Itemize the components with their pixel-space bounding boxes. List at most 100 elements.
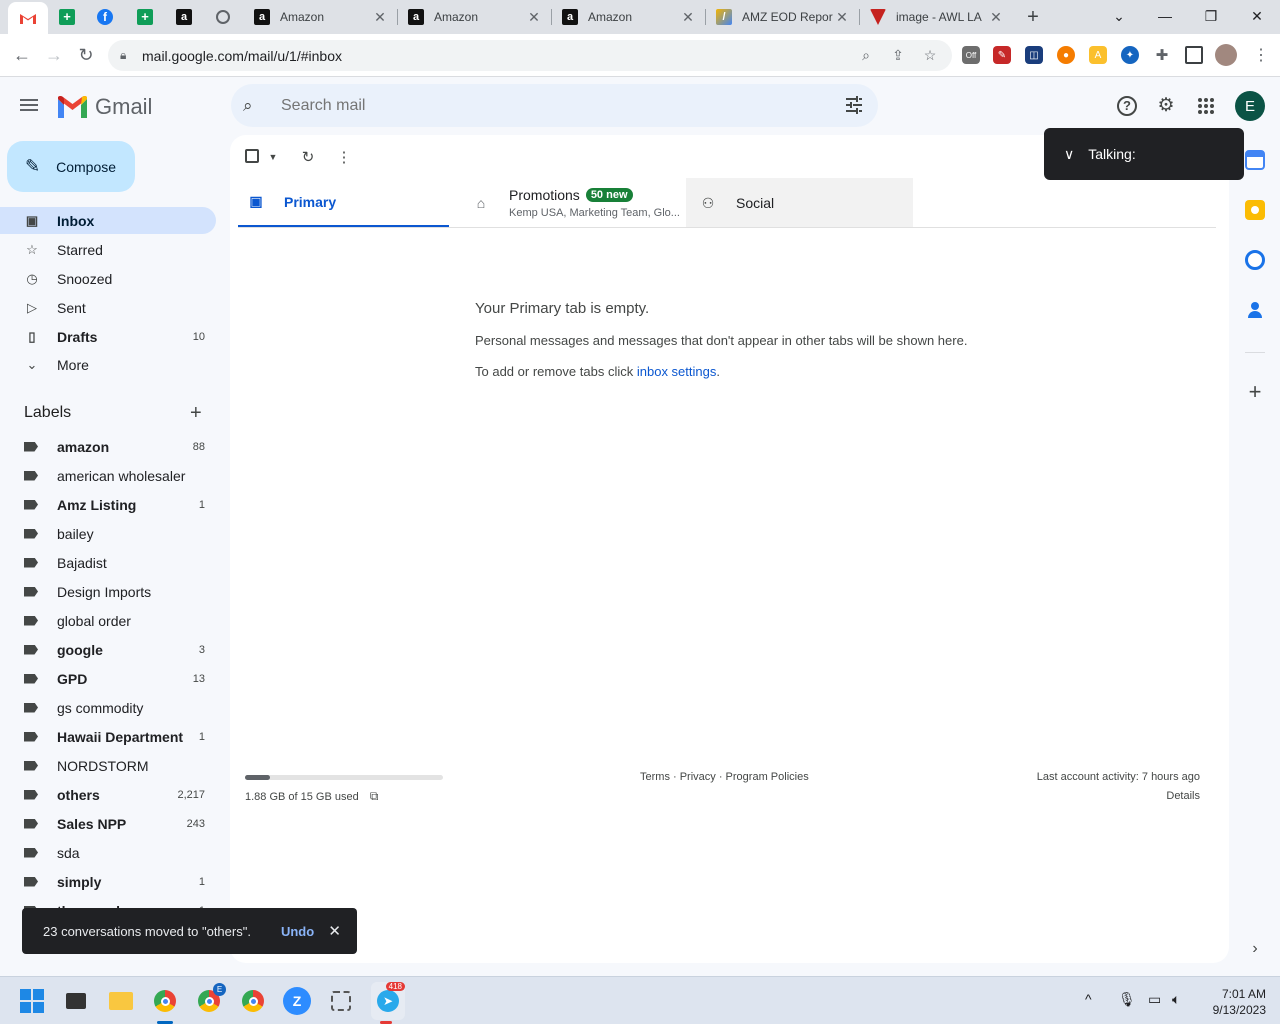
chrome-icon[interactable] — [239, 987, 267, 1015]
sidebar-item-drafts[interactable]: ▯ Drafts 10 — [0, 323, 216, 350]
search-icon[interactable]: ⌕ — [243, 96, 263, 116]
sidebar-label-item[interactable]: sda — [0, 839, 216, 866]
sidebar-item-snoozed[interactable]: ◷ Snoozed — [0, 265, 216, 292]
contacts-icon[interactable] — [1245, 300, 1265, 320]
network-icon[interactable]: ▭ — [1148, 991, 1161, 1008]
side-panel-icon[interactable] — [1185, 46, 1203, 64]
tab-facebook-pinned[interactable]: f — [90, 5, 120, 29]
undo-button[interactable]: Undo — [281, 924, 314, 939]
sidebar-label-item[interactable]: amazon 88 — [0, 433, 216, 460]
browser-tab[interactable]: / AMZ EOD Repor ✕ — [708, 5, 858, 29]
minimize-icon[interactable]: — — [1142, 4, 1188, 28]
share-icon[interactable]: ⇪ — [888, 45, 908, 65]
sidebar-item-more[interactable]: ⌄ More — [0, 351, 216, 378]
sidebar-label-item[interactable]: simply 1 — [0, 868, 216, 895]
sidebar-item-sent[interactable]: ▷ Sent — [0, 294, 216, 321]
tab-search-icon[interactable]: ⌄ — [1096, 4, 1142, 28]
browser-tab[interactable]: a Amazon ✕ — [400, 5, 550, 29]
search-options-icon[interactable] — [844, 95, 864, 115]
gmail-logo[interactable]: Gmail — [58, 94, 152, 120]
more-vert-icon[interactable]: ⋮ — [1252, 46, 1270, 64]
calendar-icon[interactable] — [1245, 150, 1265, 170]
telegram-icon[interactable]: ➤ 418 — [371, 982, 405, 1020]
volume-icon[interactable]: 🔈︎ — [1172, 991, 1180, 1008]
sidebar-label-item[interactable]: google 3 — [0, 636, 216, 663]
close-icon[interactable]: ✕ — [328, 922, 341, 940]
select-dropdown-icon[interactable]: ▼ — [263, 148, 283, 166]
system-clock[interactable]: 7:01 AM 9/13/2023 — [1200, 986, 1266, 1018]
footer-links[interactable]: Terms · Privacy · Program Policies — [640, 771, 809, 783]
back-icon[interactable]: ← — [10, 44, 34, 68]
lock-icon[interactable]: 🔒︎ — [120, 48, 132, 63]
browser-tab[interactable]: image - AWL LA ✕ — [862, 5, 1012, 29]
compose-button[interactable]: ✎ Compose — [7, 141, 135, 192]
show-hidden-icons[interactable]: ^ — [1085, 991, 1092, 1007]
settings-gear-icon[interactable]: ⚙ — [1154, 94, 1178, 118]
sidebar-label-item[interactable]: Bajadist — [0, 549, 216, 576]
refresh-icon[interactable]: ↻ — [298, 148, 318, 166]
browser-tab[interactable]: a Amazon ✕ — [554, 5, 704, 29]
tab-gmail-pinned[interactable] — [8, 2, 48, 34]
open-in-new-icon[interactable]: ⧉ — [370, 789, 379, 803]
add-label-icon[interactable]: + — [190, 402, 202, 425]
tab-sheets-pinned-2[interactable]: + — [130, 5, 160, 29]
sidebar-label-item[interactable]: NORDSTORM — [0, 752, 216, 779]
extension-off-icon[interactable]: Off — [962, 46, 980, 64]
file-explorer-icon[interactable] — [107, 987, 135, 1015]
extension-icon[interactable]: ✦ — [1121, 46, 1139, 64]
puzzle-icon[interactable]: ✚ — [1153, 46, 1171, 64]
extension-icon[interactable]: ● — [1057, 46, 1075, 64]
select-all-checkbox[interactable] — [245, 148, 265, 166]
sidebar-item-inbox[interactable]: ▣ Inbox — [0, 207, 216, 234]
tab-promotions[interactable]: ⌂ Promotions 50 new Kemp USA, Marketing … — [463, 178, 683, 228]
new-tab-icon[interactable]: + — [1022, 6, 1044, 29]
help-icon[interactable]: ? — [1115, 94, 1139, 118]
sidebar-label-item[interactable]: Sales NPP 243 — [0, 810, 216, 837]
account-avatar[interactable]: E — [1235, 91, 1265, 121]
close-icon[interactable]: ✕ — [680, 9, 696, 26]
address-bar[interactable]: 🔒︎ mail.google.com/mail/u/1/#inbox ⌕ ⇪ ☆ — [108, 40, 952, 71]
search-bar[interactable]: ⌕ — [231, 84, 878, 127]
show-side-panel-icon[interactable]: › — [1245, 940, 1265, 958]
get-addons-icon[interactable]: + — [1245, 379, 1265, 405]
keep-icon[interactable] — [1245, 200, 1265, 220]
sidebar-label-item[interactable]: bailey — [0, 520, 216, 547]
zoom-icon[interactable]: ⌕ — [856, 45, 876, 65]
details-link[interactable]: Details — [1037, 790, 1200, 802]
close-icon[interactable]: ✕ — [372, 9, 388, 26]
sidebar-label-item[interactable]: GPD 13 — [0, 665, 216, 692]
reload-icon[interactable]: ↻ — [74, 44, 98, 68]
restore-icon[interactable]: ❐ — [1188, 4, 1234, 28]
extension-icon[interactable]: ✎ — [993, 46, 1011, 64]
tab-globe-pinned[interactable] — [208, 5, 238, 29]
chevron-down-icon[interactable]: ∨ — [1064, 146, 1074, 163]
talking-popup[interactable]: ∨ Talking: — [1044, 128, 1244, 180]
window-close-icon[interactable]: ✕ — [1234, 4, 1280, 28]
tab-amazon-pinned[interactable]: a — [169, 5, 199, 29]
chrome-profile-icon[interactable]: E — [195, 983, 226, 1015]
more-vert-icon[interactable]: ⋮ — [334, 148, 354, 166]
sidebar-label-item[interactable]: global order — [0, 607, 216, 634]
profile-avatar-icon[interactable] — [1215, 44, 1237, 66]
browser-tab[interactable]: a Amazon ✕ — [246, 5, 396, 29]
zoom-app-icon[interactable]: Z — [283, 987, 311, 1015]
windows-start-icon[interactable] — [18, 987, 46, 1015]
chrome-icon[interactable] — [151, 987, 179, 1015]
sidebar-label-item[interactable]: Design Imports — [0, 578, 216, 605]
extension-icon[interactable]: A — [1089, 46, 1107, 64]
search-input[interactable] — [281, 96, 841, 115]
inbox-settings-link[interactable]: inbox settings — [637, 364, 717, 379]
sidebar-label-item[interactable]: american wholesaler — [0, 462, 216, 489]
sidebar-label-item[interactable]: gs commodity — [0, 694, 216, 721]
tab-sheets-pinned-1[interactable]: + — [52, 5, 82, 29]
close-icon[interactable]: ✕ — [834, 9, 850, 26]
close-icon[interactable]: ✕ — [988, 9, 1004, 26]
close-icon[interactable]: ✕ — [526, 9, 542, 26]
task-view-icon[interactable] — [62, 987, 90, 1015]
snipping-tool-icon[interactable] — [327, 987, 355, 1015]
sidebar-label-item[interactable]: Amz Listing 1 — [0, 491, 216, 518]
forward-icon[interactable]: → — [42, 44, 66, 68]
extension-icon[interactable]: ◫ — [1025, 46, 1043, 64]
main-menu-icon[interactable] — [20, 96, 44, 116]
microphone-icon[interactable]: 🎙︎ — [1118, 991, 1136, 1008]
